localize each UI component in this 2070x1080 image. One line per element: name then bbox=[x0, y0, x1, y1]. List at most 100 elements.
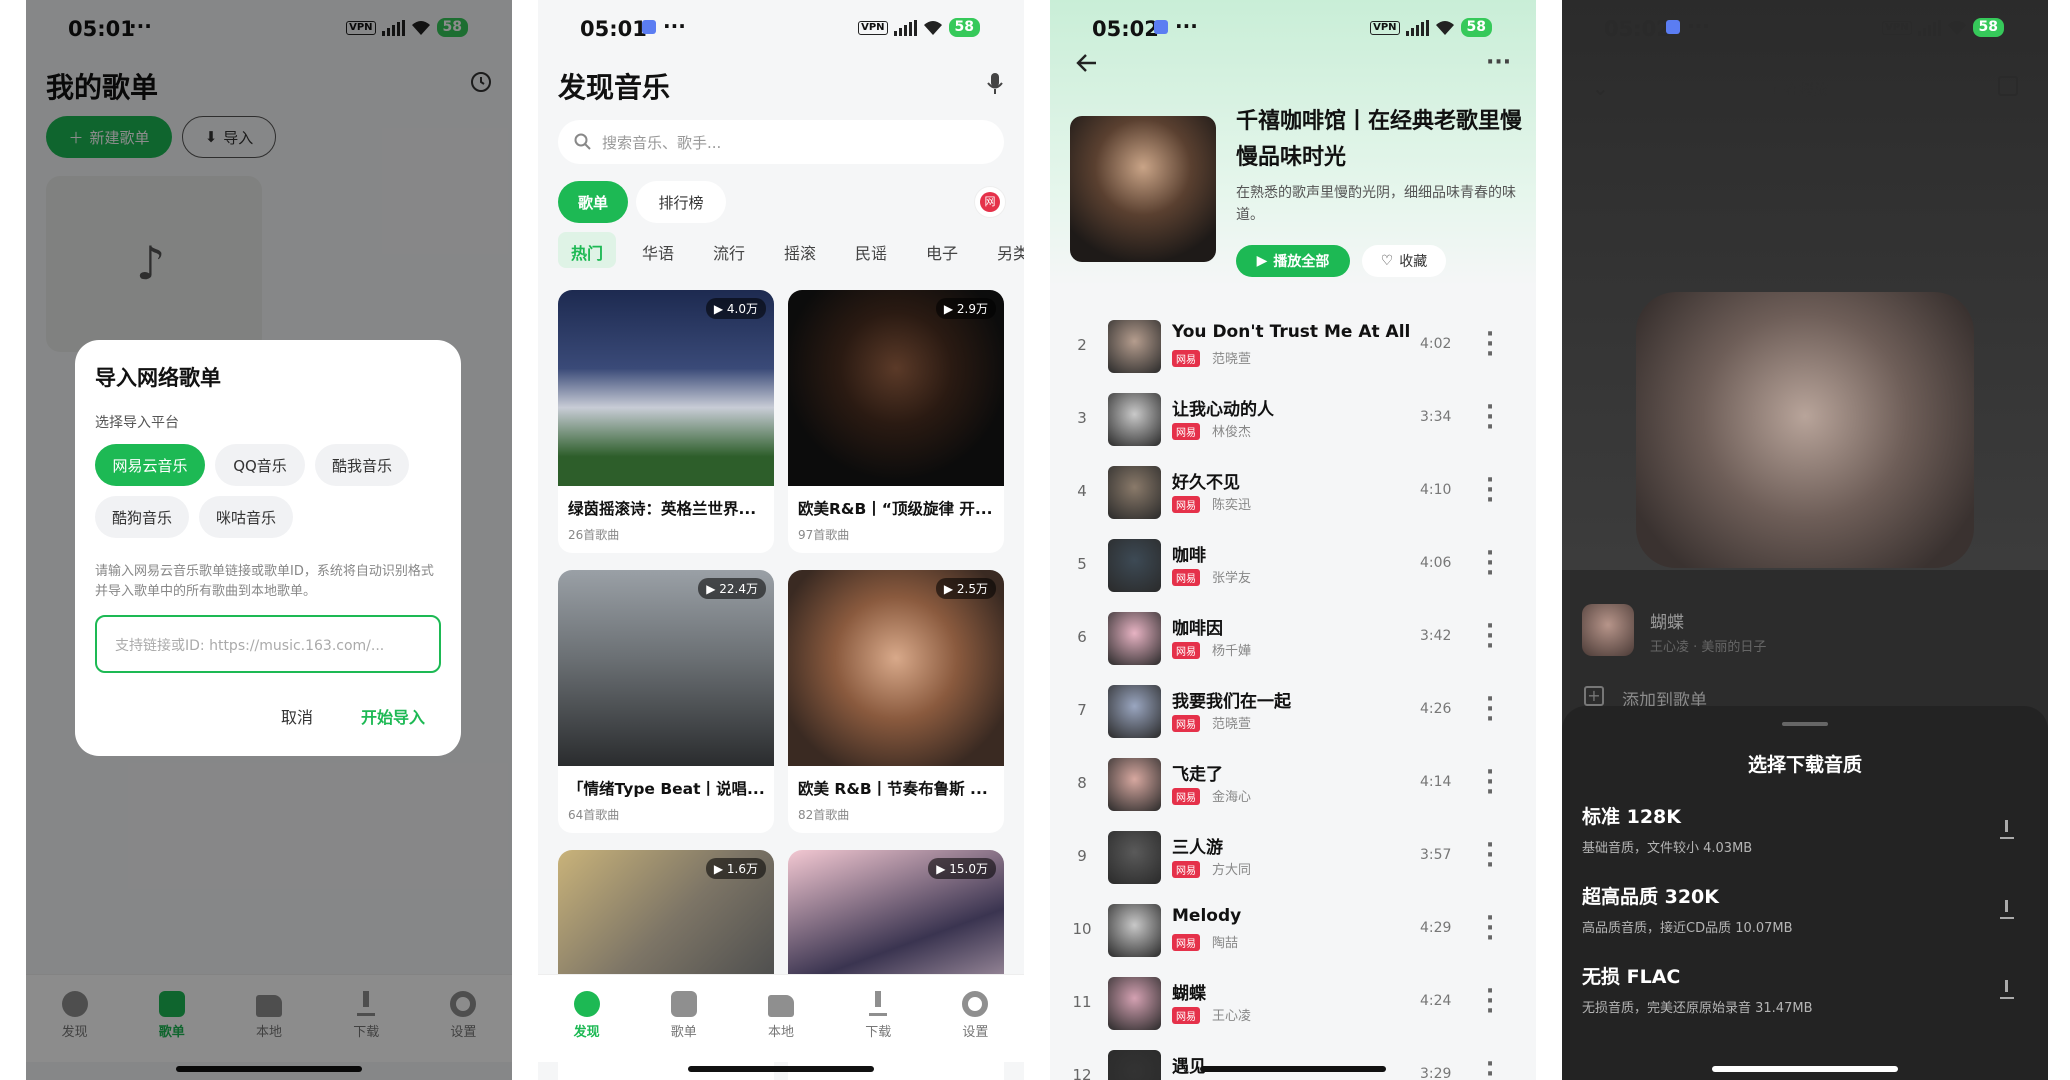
tab-settings[interactable]: 设置 bbox=[927, 975, 1024, 1062]
collapse-icon[interactable]: ⌄ bbox=[1592, 76, 1609, 100]
gear-icon bbox=[962, 991, 989, 1017]
song-row[interactable]: 7 我要我们在一起 网易 范晓萱 4:26 · · · bbox=[1050, 675, 1536, 748]
song-title: Melody bbox=[1172, 906, 1242, 926]
playlist-card[interactable]: ▶ 2.5万 欧美 R&B丨节奏布鲁斯 ... 82首歌曲 bbox=[788, 570, 1004, 833]
more-vert-icon[interactable]: ··· bbox=[1482, 689, 1498, 731]
favorite-button[interactable]: ♡ 收藏 bbox=[1362, 245, 1446, 277]
song-artist: 范晓萱 bbox=[1212, 352, 1252, 367]
song-duration: 4:02 bbox=[1420, 336, 1452, 352]
song-row[interactable]: 4 好久不见 网易 陈奕迅 4:10 · · · bbox=[1050, 456, 1536, 529]
bottom-tabbar: 发现 歌单 本地 下载 设置 bbox=[538, 974, 1024, 1062]
platform-kugou[interactable]: 酷狗音乐 bbox=[95, 496, 189, 538]
song-row[interactable]: 3 让我心动的人 网易 林俊杰 3:34 · · · bbox=[1050, 383, 1536, 456]
tab-download[interactable]: 下载 bbox=[830, 975, 927, 1062]
playlist-card[interactable]: ▶ 4.0万 绿茵摇滚诗：英格兰世界... 26首歌曲 bbox=[558, 290, 774, 553]
category-alternative[interactable]: 另类 bbox=[997, 240, 1024, 264]
song-index: 12 bbox=[1072, 1066, 1092, 1080]
sheet-handle[interactable] bbox=[1782, 722, 1828, 726]
category-chinese[interactable]: 华语 bbox=[642, 240, 674, 264]
more-vert-icon[interactable]: ··· bbox=[1482, 835, 1498, 877]
netease-badge[interactable]: 网 bbox=[974, 186, 1006, 218]
platform-qq[interactable]: QQ音乐 bbox=[215, 444, 305, 486]
phone-my-playlists: 05:01 ··· VPN 58 我的歌单 ＋新建歌单 ⬇ 导入 ♪ 发现 歌单 … bbox=[26, 0, 512, 1080]
playlist-link-input[interactable]: 支持链接或ID: https://music.163.com/... bbox=[95, 615, 441, 673]
quality-option-standard[interactable]: 标准 128K 基础音质，文件较小 4.03MB bbox=[1582, 802, 2028, 882]
playlist-card[interactable]: ▶ 2.9万 欧美R&B丨“顶级旋律 开... 97首歌曲 bbox=[788, 290, 1004, 553]
queue-icon[interactable] bbox=[1998, 76, 2018, 96]
more-vert-icon[interactable]: ··· bbox=[1482, 616, 1498, 658]
song-row[interactable]: 12遇见网易3:29··· bbox=[1050, 1040, 1536, 1080]
song-artist: 王心凌 bbox=[1212, 1009, 1252, 1024]
play-count: ▶ 22.4万 bbox=[698, 578, 766, 599]
song-duration: 4:10 bbox=[1420, 482, 1452, 498]
tab-label: 设置 bbox=[962, 1025, 989, 1040]
song-duration: 3:57 bbox=[1420, 847, 1452, 863]
song-row[interactable]: 9 三人游 网易 方大同 3:57 · · · bbox=[1050, 821, 1536, 894]
start-import-button[interactable]: 开始导入 bbox=[361, 704, 425, 728]
more-vert-icon[interactable]: ··· bbox=[1482, 1054, 1498, 1080]
source-tag: 网易 bbox=[1172, 642, 1200, 659]
playlist-cover-image bbox=[1070, 116, 1216, 262]
song-duration: 4:06 bbox=[1420, 555, 1452, 571]
platform-kuwo[interactable]: 酷我音乐 bbox=[315, 444, 409, 486]
song-artist: 范晓萱 bbox=[1212, 717, 1252, 732]
category-hot[interactable]: 热门 bbox=[571, 240, 603, 264]
source-tag: 网易 bbox=[1172, 496, 1200, 513]
search-input[interactable]: 搜索音乐、歌手... bbox=[558, 120, 1004, 164]
search-placeholder: 搜索音乐、歌手... bbox=[602, 134, 722, 152]
status-bar: 05:02 ··· VPN 58 bbox=[1050, 0, 1536, 58]
more-vert-icon[interactable]: ··· bbox=[1482, 908, 1498, 950]
play-count-value: 1.6万 bbox=[726, 862, 758, 876]
platform-migu[interactable]: 咪咕音乐 bbox=[199, 496, 293, 538]
song-title: 飞走了 bbox=[1172, 765, 1223, 785]
category-pop[interactable]: 流行 bbox=[713, 240, 745, 264]
song-cover bbox=[1108, 393, 1161, 446]
song-index: 5 bbox=[1077, 555, 1087, 573]
more-vert-icon[interactable]: ··· bbox=[1482, 981, 1498, 1023]
category-electronic[interactable]: 电子 bbox=[926, 240, 958, 264]
tab-discover[interactable]: 发现 bbox=[538, 975, 635, 1062]
tab-playlists-seg[interactable]: 歌单 bbox=[558, 181, 628, 223]
play-count-value: 2.5万 bbox=[956, 582, 988, 596]
quality-option-high[interactable]: 超高品质 320K 高品质音质，接近CD品质 10.07MB bbox=[1582, 882, 2028, 962]
more-vert-icon[interactable]: ··· bbox=[1482, 397, 1498, 439]
song-row[interactable]: 5 咖啡 网易 张学友 4:06 · · · bbox=[1050, 529, 1536, 602]
more-vert-icon[interactable]: ··· bbox=[1482, 543, 1498, 585]
wifi-icon bbox=[923, 20, 942, 35]
cancel-button[interactable]: 取消 bbox=[281, 704, 313, 728]
source-tag: 网易 bbox=[1172, 715, 1200, 732]
song-row[interactable]: 8 飞走了 网易 金海心 4:14 · · · bbox=[1050, 748, 1536, 821]
playlist-title: 欧美R&B丨“顶级旋律 开... bbox=[798, 500, 993, 518]
app-notification-icon bbox=[1666, 20, 1680, 34]
microphone-icon[interactable] bbox=[986, 72, 1004, 96]
song-row[interactable]: 10 Melody 网易 陶喆 4:29 · · · bbox=[1050, 894, 1536, 967]
source-tag: 网易 bbox=[1172, 934, 1200, 951]
category-rock[interactable]: 摇滚 bbox=[784, 240, 816, 264]
playlist-song-count: 64首歌曲 bbox=[568, 808, 620, 822]
platform-label: 选择导入平台 bbox=[95, 415, 179, 431]
song-row[interactable]: 11 蝴蝶 网易 王心凌 4:24 · · · bbox=[1050, 967, 1536, 1040]
play-all-button[interactable]: ▶ 播放全部 bbox=[1236, 245, 1350, 277]
more-vert-icon[interactable]: ··· bbox=[1482, 762, 1498, 804]
playlist-card[interactable]: ▶ 22.4万 「情绪Type Beat丨说唱... 64首歌曲 bbox=[558, 570, 774, 833]
quality-option-lossless[interactable]: 无损 FLAC 无损音质，完美还原原始录音 31.47MB bbox=[1582, 962, 2028, 1042]
song-row[interactable]: 2 You Don't Trust Me At All 网易 范晓萱 4:02 · · · bbox=[1050, 310, 1536, 383]
platform-netease[interactable]: 网易云音乐 bbox=[95, 444, 205, 486]
back-arrow-icon[interactable] bbox=[1076, 52, 1098, 74]
play-count: ▶ 2.9万 bbox=[935, 298, 996, 319]
quality-name: 标准 128K bbox=[1582, 806, 1681, 828]
tab-charts-seg[interactable]: 排行榜 bbox=[636, 181, 726, 223]
tab-local[interactable]: 本地 bbox=[732, 975, 829, 1062]
vpn-icon: VPN bbox=[1370, 20, 1400, 35]
tab-playlists[interactable]: 歌单 bbox=[635, 975, 732, 1062]
play-icon: ▶ bbox=[1256, 253, 1268, 269]
phone-player-download: 05:02 ··· VPN 58 ⌄ 正在播放 蝴蝶 王心凌 · 美丽的日子 +… bbox=[1562, 0, 2048, 1080]
category-folk[interactable]: 民谣 bbox=[855, 240, 887, 264]
playlist-song-count: 82首歌曲 bbox=[798, 808, 850, 822]
more-options-icon[interactable]: ··· bbox=[1486, 50, 1511, 75]
status-bar: 05:01 ··· VPN 58 bbox=[538, 0, 1024, 58]
playlist-cover-image bbox=[558, 290, 774, 486]
song-row[interactable]: 6 咖啡因 网易 杨千嬅 3:42 · · · bbox=[1050, 602, 1536, 675]
more-vert-icon[interactable]: ··· bbox=[1482, 470, 1498, 512]
more-vert-icon[interactable]: ··· bbox=[1482, 324, 1498, 366]
